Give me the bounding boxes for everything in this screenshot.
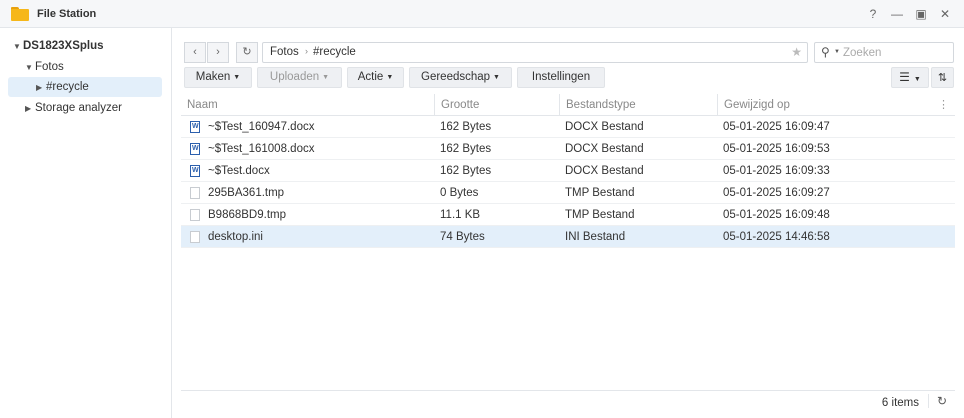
gereedschap-label: Gereedschap: [421, 71, 491, 83]
search-box[interactable]: ⚲ ▼: [814, 42, 954, 63]
table-row[interactable]: ~$Test_160947.docx 162 Bytes DOCX Bestan…: [181, 116, 955, 138]
uploaden-label: Uploaden: [269, 71, 320, 83]
sort-button[interactable]: ⇅: [931, 67, 954, 88]
instellingen-button[interactable]: Instellingen: [517, 67, 605, 88]
sidebar-item-label: Fotos: [35, 61, 64, 73]
table-row[interactable]: ~$Test.docx 162 Bytes DOCX Bestand 05-01…: [181, 160, 955, 182]
more-options-icon[interactable]: ⋮: [938, 94, 949, 116]
chevron-down-icon[interactable]: ▼: [25, 58, 35, 78]
sidebar-item-recycle[interactable]: ▶ #recycle: [8, 77, 162, 97]
file-modified: 05-01-2025 16:09:27: [723, 187, 830, 199]
sidebar: ▼ DS1823XSplus ▼ Fotos ▶ #recycle ▶ Storage …: [0, 28, 172, 418]
chevron-right-icon[interactable]: ▶: [25, 99, 35, 119]
file-modified: 05-01-2025 16:09:48: [723, 209, 830, 221]
maken-button[interactable]: Maken ▼: [184, 67, 252, 88]
title-bar: File Station ? — ▣ ✕: [0, 0, 964, 28]
search-input[interactable]: [843, 45, 949, 60]
table-row[interactable]: ~$Test_161008.docx 162 Bytes DOCX Bestan…: [181, 138, 955, 160]
file-modified: 05-01-2025 16:09:33: [723, 165, 830, 177]
sidebar-item-root[interactable]: ▼ DS1823XSplus: [13, 36, 104, 56]
file-size: 162 Bytes: [440, 121, 492, 133]
file-modified: 05-01-2025 16:09:47: [723, 121, 830, 133]
file-size: 11.1 KB: [440, 209, 481, 221]
sidebar-item-label: Storage analyzer: [35, 102, 122, 114]
file-size: 162 Bytes: [440, 165, 492, 177]
table-header: Naam Grootte Bestandstype Gewijzigd op ⋮: [181, 94, 955, 116]
chevron-down-icon: ▼: [493, 74, 500, 81]
column-header-bestandstype[interactable]: Bestandstype: [559, 94, 717, 116]
actie-button[interactable]: Actie ▼: [347, 67, 404, 88]
folder-icon: [11, 7, 29, 21]
file-type: TMP Bestand: [565, 187, 635, 199]
search-icon[interactable]: ⚲: [821, 45, 830, 59]
column-header-naam[interactable]: Naam: [181, 94, 434, 116]
gereedschap-button[interactable]: Gereedschap ▼: [409, 67, 512, 88]
breadcrumb-separator: ›: [305, 46, 308, 56]
chevron-down-icon: ▼: [233, 74, 241, 81]
file-icon: [190, 187, 200, 199]
sidebar-item-label: #recycle: [46, 81, 89, 93]
app-title: File Station: [37, 8, 97, 20]
file-size: 74 Bytes: [440, 231, 485, 243]
file-name: desktop.ini: [208, 231, 263, 243]
sidebar-item-storage-analyzer[interactable]: ▶ Storage analyzer: [25, 98, 122, 118]
maken-label: Maken: [195, 71, 231, 83]
sort-icon: ⇅: [937, 72, 948, 84]
chevron-down-icon: ▼: [322, 74, 330, 81]
list-view-icon: ☰: [899, 70, 910, 84]
back-button[interactable]: ‹: [184, 42, 206, 63]
uploaden-button[interactable]: Uploaden ▼: [257, 67, 342, 88]
status-bar: 6 items ↻: [181, 390, 955, 414]
file-modified: 05-01-2025 16:09:53: [723, 143, 830, 155]
file-modified: 05-01-2025 14:46:58: [723, 231, 830, 243]
table-row-selected[interactable]: desktop.ini 74 Bytes INI Bestand 05-01-2…: [181, 226, 955, 248]
item-count: 6 items: [881, 397, 919, 409]
file-type: INI Bestand: [565, 231, 626, 243]
file-name: B9868BD9.tmp: [208, 209, 286, 221]
breadcrumb-fotos[interactable]: Fotos: [270, 46, 299, 58]
refresh-icon[interactable]: ↻: [927, 394, 947, 408]
word-file-icon: [190, 143, 200, 155]
file-name: ~$Test_160947.docx: [208, 121, 315, 133]
breadcrumb-recycle[interactable]: #recycle: [313, 46, 356, 58]
file-size: 162 Bytes: [440, 143, 492, 155]
table-row[interactable]: 295BA361.tmp 0 Bytes TMP Bestand 05-01-2…: [181, 182, 955, 204]
view-mode-button[interactable]: ☰ ▼: [891, 67, 929, 88]
chevron-down-icon: ▼: [913, 76, 921, 83]
sidebar-item-label: DS1823XSplus: [23, 40, 104, 52]
file-icon: [190, 231, 200, 243]
file-type: DOCX Bestand: [565, 143, 644, 155]
maximize-button[interactable]: ▣: [912, 5, 930, 23]
file-type: DOCX Bestand: [565, 121, 644, 133]
file-type: DOCX Bestand: [565, 165, 644, 177]
file-icon: [190, 209, 200, 221]
sidebar-item-fotos[interactable]: ▼ Fotos: [25, 57, 64, 77]
minimize-button[interactable]: —: [888, 5, 906, 23]
word-file-icon: [190, 121, 200, 133]
file-size: 0 Bytes: [440, 187, 479, 199]
refresh-button[interactable]: ↻: [236, 42, 258, 63]
chevron-right-icon[interactable]: ▶: [36, 78, 46, 98]
close-button[interactable]: ✕: [936, 5, 954, 23]
table-row[interactable]: B9868BD9.tmp 11.1 KB TMP Bestand 05-01-2…: [181, 204, 955, 226]
forward-button[interactable]: ›: [207, 42, 229, 63]
help-button[interactable]: ?: [864, 5, 882, 23]
column-header-gewijzigd-op[interactable]: Gewijzigd op: [717, 94, 942, 116]
file-name: 295BA361.tmp: [208, 187, 285, 199]
word-file-icon: [190, 165, 200, 177]
path-bar[interactable]: Fotos › #recycle ★: [262, 42, 808, 63]
chevron-down-icon[interactable]: ▼: [834, 49, 840, 55]
star-icon[interactable]: ★: [791, 45, 802, 59]
chevron-down-icon: ▼: [386, 74, 394, 81]
file-type: TMP Bestand: [565, 209, 635, 221]
file-name: ~$Test_161008.docx: [208, 143, 315, 155]
file-name: ~$Test.docx: [208, 165, 270, 177]
chevron-down-icon[interactable]: ▼: [13, 37, 23, 57]
actie-label: Actie: [357, 71, 384, 83]
column-header-grootte[interactable]: Grootte: [434, 94, 559, 116]
